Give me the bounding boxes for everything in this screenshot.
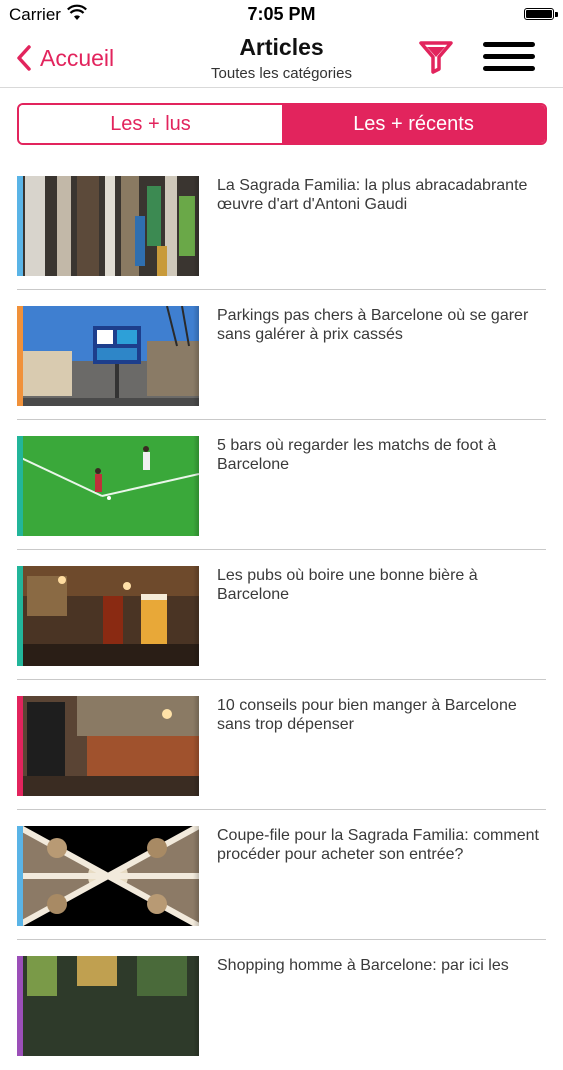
article-title[interactable]: Coupe-file pour la Sagrada Familia: comm… bbox=[217, 826, 552, 864]
filter-icon[interactable] bbox=[418, 38, 454, 74]
category-color-bar bbox=[17, 306, 23, 406]
article-thumbnail[interactable] bbox=[17, 306, 199, 406]
article-title[interactable]: 10 conseils pour bien manger à Barcelone… bbox=[217, 696, 552, 734]
category-color-bar bbox=[17, 956, 23, 1056]
article-thumbnail[interactable] bbox=[17, 826, 199, 926]
segment-most-recent[interactable]: Les + récents bbox=[282, 105, 545, 143]
article-thumbnail[interactable] bbox=[17, 566, 199, 666]
article-list: La Sagrada Familia: la plus abracadabran… bbox=[0, 160, 563, 1070]
page-title: Articles bbox=[239, 34, 324, 60]
article-row[interactable]: Shopping homme à Barcelone: par ici les bbox=[0, 940, 563, 1070]
segment-most-read[interactable]: Les + lus bbox=[19, 105, 282, 143]
article-row[interactable]: La Sagrada Familia: la plus abracadabran… bbox=[0, 160, 563, 290]
category-color-bar bbox=[17, 436, 23, 536]
article-row[interactable]: Coupe-file pour la Sagrada Familia: comm… bbox=[0, 810, 563, 940]
sort-segmented-control: Les + lus Les + récents bbox=[17, 103, 547, 145]
navigation-bar: Accueil Articles Toutes les catégories bbox=[0, 30, 563, 88]
category-color-bar bbox=[17, 826, 23, 926]
article-row[interactable]: Les pubs où boire une bonne bière à Barc… bbox=[0, 550, 563, 680]
status-time: 7:05 PM bbox=[247, 4, 316, 24]
article-thumbnail[interactable] bbox=[17, 436, 199, 536]
battery-icon bbox=[524, 8, 558, 20]
article-title[interactable]: Shopping homme à Barcelone: par ici les bbox=[217, 956, 552, 975]
article-title[interactable]: Parkings pas chers à Barcelone où se gar… bbox=[217, 306, 552, 344]
category-color-bar bbox=[17, 176, 23, 276]
category-color-bar bbox=[17, 696, 23, 796]
article-title[interactable]: Les pubs où boire une bonne bière à Barc… bbox=[217, 566, 552, 604]
page-subtitle: Toutes les catégories bbox=[211, 65, 352, 82]
article-thumbnail[interactable] bbox=[17, 696, 199, 796]
article-title[interactable]: 5 bars où regarder les matchs de foot à … bbox=[217, 436, 552, 474]
article-title[interactable]: La Sagrada Familia: la plus abracadabran… bbox=[217, 176, 552, 214]
article-row[interactable]: 5 bars où regarder les matchs de foot à … bbox=[0, 420, 563, 550]
category-color-bar bbox=[17, 566, 23, 666]
article-row[interactable]: Parkings pas chers à Barcelone où se gar… bbox=[0, 290, 563, 420]
article-thumbnail[interactable] bbox=[17, 956, 199, 1056]
hamburger-menu-icon[interactable] bbox=[483, 40, 535, 74]
status-bar: Carrier 7:05 PM bbox=[0, 0, 563, 30]
article-row[interactable]: 10 conseils pour bien manger à Barcelone… bbox=[0, 680, 563, 810]
article-thumbnail[interactable] bbox=[17, 176, 199, 276]
